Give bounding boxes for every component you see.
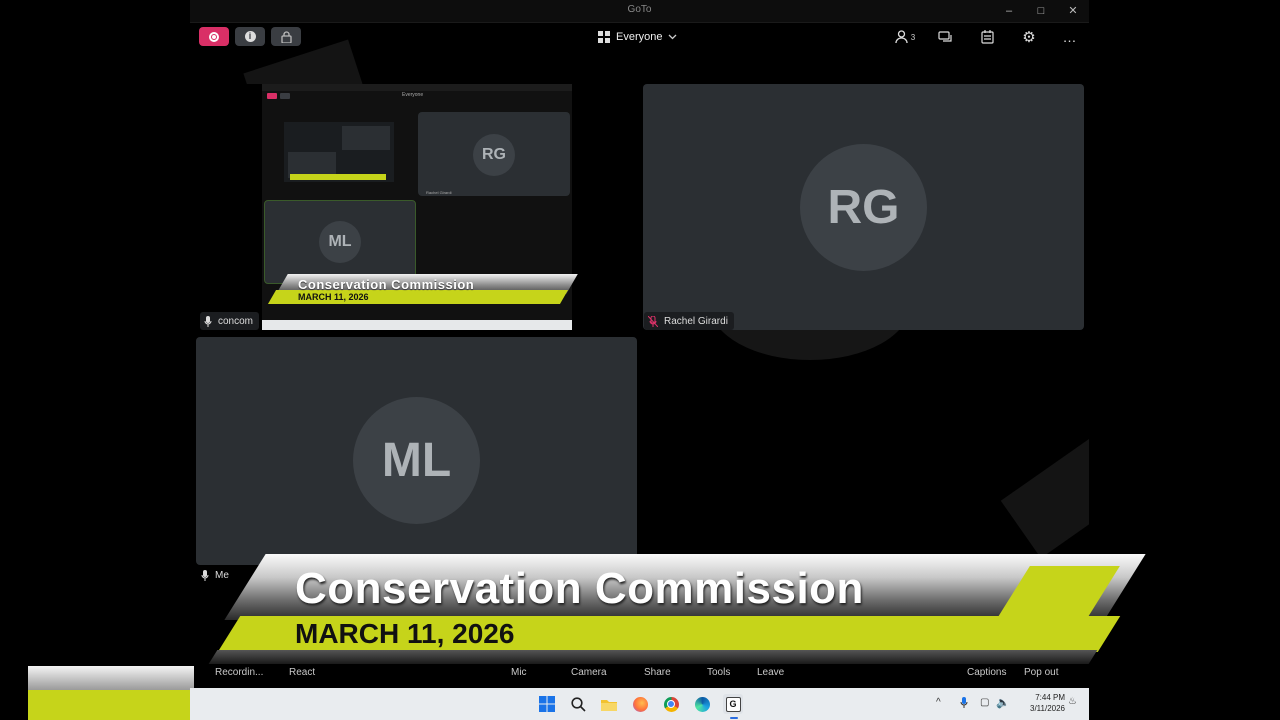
chat-button[interactable]: [933, 26, 957, 48]
chrome-icon: [663, 696, 679, 712]
folder-icon: [601, 699, 617, 711]
thumb-banner-date: MARCH 11, 2026: [298, 292, 369, 302]
info-icon: i: [244, 31, 256, 42]
more-options-button[interactable]: …: [1058, 26, 1082, 48]
thumb-taskbar: [262, 320, 572, 330]
edge-button[interactable]: [692, 694, 712, 714]
banner-shadow-bar: [208, 650, 1098, 664]
lock-icon: [280, 30, 292, 43]
taskbar-clock[interactable]: 7:44 PM 3/11/2026: [1015, 692, 1065, 714]
gear-icon: ⚙: [1022, 29, 1036, 46]
view-selector[interactable]: Everyone: [598, 28, 677, 46]
taskbar-search-button[interactable]: [568, 694, 588, 714]
thumb-nested-screen: [284, 122, 394, 182]
tray-network-icon[interactable]: ▢: [980, 697, 989, 708]
record-button[interactable]: [199, 27, 229, 46]
thumb-ml-avatar: ML: [319, 221, 361, 263]
participant-count: 3: [910, 32, 916, 42]
grid-icon: [598, 31, 610, 43]
thumb-rg-tile: RG: [418, 112, 570, 196]
participant-avatar: ML: [353, 397, 480, 524]
notes-button[interactable]: [975, 26, 999, 48]
banner-title: Conservation Commission: [295, 564, 864, 613]
video-tile-rachel-girardi[interactable]: RG: [643, 84, 1084, 330]
thumb-ml-tile: ML: [264, 200, 416, 284]
maximize-button[interactable]: □: [1028, 3, 1054, 19]
video-tile-me[interactable]: ML: [196, 337, 637, 565]
goto-icon: G: [725, 696, 741, 712]
active-app-indicator: [730, 717, 738, 719]
participant-avatar: RG: [800, 144, 927, 271]
thumb-nested-banner: [290, 174, 386, 180]
participant-name: concom: [218, 315, 254, 327]
title-bar: GoTo – □ ✕: [190, 0, 1089, 23]
taskbar-time: 7:44 PM: [1035, 693, 1065, 702]
broadcast-banner: Conservation Commission MARCH 11, 2026: [205, 552, 1146, 670]
thumb-view-label: Everyone: [402, 92, 424, 98]
person-icon: [895, 30, 908, 44]
background-shape: [1000, 431, 1089, 559]
chevron-down-icon: [669, 34, 677, 40]
nametag-rachel-girardi: Rachel Girardi: [644, 312, 734, 330]
mic-icon: [204, 315, 212, 327]
thumb-banner: Conservation Commission MARCH 11, 2026: [266, 274, 580, 306]
tray-overflow-icon[interactable]: ^: [936, 697, 941, 708]
thumb-record-icon: [267, 93, 277, 99]
notification-bell-icon[interactable]: ♨: [1068, 696, 1077, 707]
nametag-concom: concom: [200, 312, 260, 330]
thumb-info-icon: [280, 93, 290, 99]
firefox-icon: [632, 696, 648, 712]
notes-icon: [980, 30, 994, 44]
thumb-nested-tile: [342, 126, 390, 150]
search-icon: [570, 696, 586, 712]
participants-button[interactable]: 3: [890, 26, 920, 48]
windows-taskbar: G ^ ▢ 🔈 7:44 PM 3/11/2026 ♨: [190, 688, 1089, 720]
record-icon: [209, 31, 219, 42]
firefox-button[interactable]: [630, 694, 650, 714]
participant-name: Rachel Girardi: [664, 315, 728, 327]
close-window-button[interactable]: ✕: [1060, 3, 1086, 19]
side-banner-fragment: [28, 666, 194, 720]
mic-muted-icon: [648, 315, 658, 327]
side-banner-silver: [28, 666, 194, 690]
goto-taskbar-button[interactable]: G: [723, 694, 743, 714]
settings-button[interactable]: ⚙: [1017, 26, 1041, 48]
lock-button[interactable]: [271, 27, 301, 46]
chrome-button[interactable]: [661, 694, 681, 714]
window-title: GoTo: [627, 4, 652, 15]
thumb-banner-title: Conservation Commission: [298, 277, 475, 292]
video-tile-concom[interactable]: Everyone RG Rachel Girardi ML Conservati…: [196, 84, 637, 331]
more-icon: …: [1062, 29, 1078, 45]
thumb-rg-name: Rachel Girardi: [426, 190, 452, 195]
chat-icon: [937, 30, 952, 42]
file-explorer-button[interactable]: [599, 694, 619, 714]
windows-start-icon: [539, 696, 555, 712]
thumb-titlebar: [262, 84, 572, 91]
edge-icon: [694, 696, 710, 712]
view-label: Everyone: [616, 31, 663, 43]
side-banner-yellow: [28, 690, 194, 720]
taskbar-date: 3/11/2026: [1030, 704, 1065, 713]
minimize-button[interactable]: –: [996, 3, 1022, 19]
windows-start-button[interactable]: [537, 694, 557, 714]
info-button[interactable]: i: [235, 27, 265, 46]
banner-date: MARCH 11, 2026: [295, 618, 515, 649]
tray-mic-icon[interactable]: [960, 696, 968, 714]
tray-volume-icon[interactable]: 🔈: [996, 696, 1010, 709]
thumb-rg-avatar: RG: [473, 134, 515, 176]
